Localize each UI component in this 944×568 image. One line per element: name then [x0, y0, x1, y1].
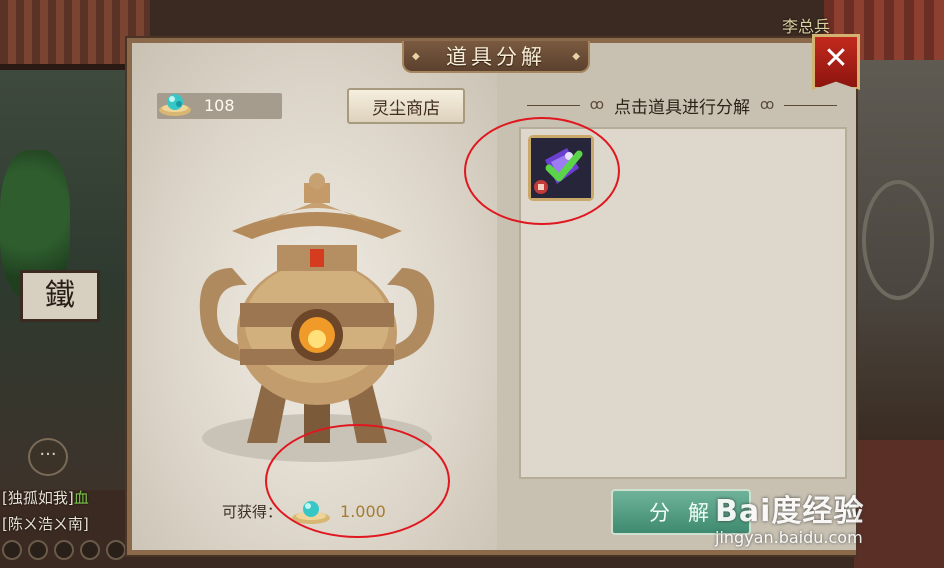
npc-name[interactable]: 李总兵 [782, 13, 830, 37]
helmet-icon[interactable] [80, 540, 100, 560]
panel-title-bar: ◆ 道具分解 ◆ [402, 41, 590, 73]
spirit-dust-shop-button[interactable]: 灵尘商店 [347, 88, 465, 124]
bottom-toolbar [2, 540, 126, 560]
crystal-item-icon [531, 138, 591, 198]
item-list-section: ꝏ 点击道具进行分解 ꝏ 分解 [497, 43, 856, 550]
spirit-dust-icon [159, 94, 191, 116]
divider [527, 104, 580, 106]
chat-message: 血 [73, 489, 89, 507]
chat-player-name: [陈ㄨ浩ㄨ南] [2, 515, 89, 533]
decompose-button[interactable]: 分解 [611, 489, 751, 535]
furnace-section: 108 灵尘商店 可获得： 1.000 [132, 43, 497, 550]
chat-line[interactable]: [陈ㄨ浩ㄨ南] [2, 513, 89, 534]
chat-player-name: [独孤如我] [2, 489, 74, 507]
diamond-icon: ◆ [572, 51, 580, 62]
chat-line[interactable]: [独孤如我]血 [2, 487, 89, 508]
swirl-icon: ꝏ [589, 97, 604, 113]
floor-emblem [862, 180, 934, 300]
decompose-furnace-image [199, 173, 435, 462]
instruction-text: 点击道具进行分解 [614, 97, 750, 118]
close-button[interactable]: ✕ [812, 34, 860, 90]
section-header: ꝏ 点击道具进行分解 ꝏ [527, 93, 837, 118]
helmet-icon[interactable] [54, 540, 74, 560]
diamond-icon: ◆ [412, 51, 420, 62]
panel-title: 道具分解 [446, 45, 546, 69]
item-slot[interactable] [528, 135, 594, 201]
swirl-icon: ꝏ [760, 97, 775, 113]
divider [784, 104, 837, 106]
helmet-icon[interactable] [28, 540, 48, 560]
reward-value: 1.000 [340, 501, 386, 521]
dust-count: 108 [204, 96, 235, 115]
reward-row: 可获得： 1.000 [222, 496, 386, 526]
item-grid [519, 127, 847, 479]
chat-bubble-icon[interactable]: ··· [28, 438, 68, 476]
shop-sign: 鐵 [20, 270, 100, 322]
floor-right [854, 440, 944, 568]
helmet-icon[interactable] [2, 540, 22, 560]
helmet-icon[interactable] [106, 540, 126, 560]
item-decompose-panel: 108 灵尘商店 可获得： 1.000 ꝏ 点击道具进行分解 ꝏ 分解 ◆ 道具… [127, 38, 856, 555]
spirit-dust-icon [292, 501, 331, 524]
reward-label: 可获得： [222, 502, 283, 521]
